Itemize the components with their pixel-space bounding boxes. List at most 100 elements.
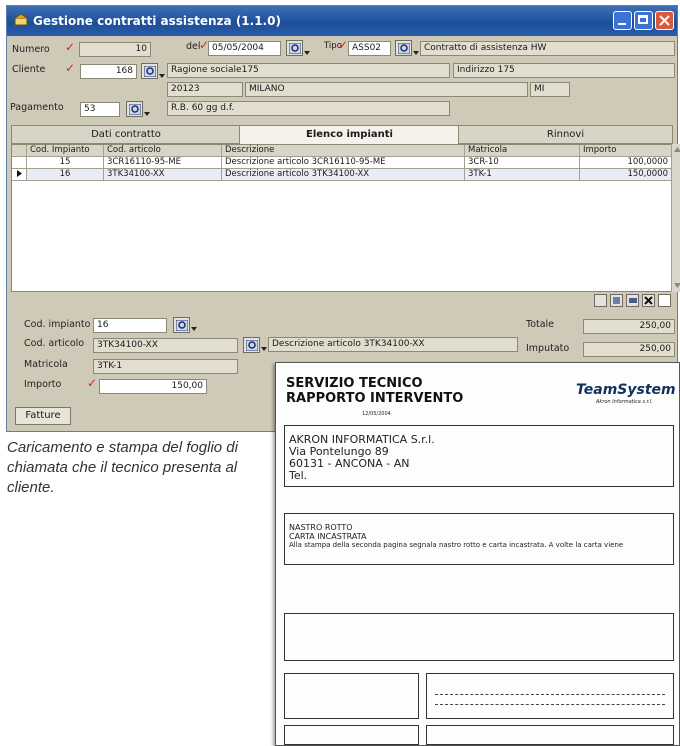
new-record-icon[interactable] [658, 294, 671, 307]
edit-shape [629, 298, 637, 303]
table-cell[interactable]: 3TK-1 [465, 169, 580, 181]
table-cell[interactable]: 100,0000 [580, 157, 672, 169]
column-header[interactable]: Cod. Impianto [27, 145, 104, 157]
table-cell[interactable]: Descrizione articolo 3CR16110-95-ME [222, 157, 465, 169]
magnifier-icon [144, 66, 156, 77]
motivo-line: Alla stampa della seconda pagina segnala… [289, 541, 624, 549]
impianti-grid: Cod. Impianto Cod. articolo Descrizione … [11, 144, 673, 292]
teamsystem-logo: TeamSystem [576, 382, 676, 398]
tab-elenco-impianti[interactable]: Elenco impianti [239, 125, 460, 145]
table-cell[interactable]: 3TK34100-XX [104, 169, 222, 181]
required-check-icon: ✓ [338, 38, 349, 52]
motivo-line: CARTA INCASTRATA [289, 532, 367, 541]
report-title-1: SERVIZIO TECNICO [286, 376, 423, 391]
chevron-down-icon[interactable] [191, 327, 197, 331]
pagamento-label: Pagamento [10, 102, 64, 113]
matricola-label: Matricola [24, 359, 68, 370]
importo-field[interactable]: 150,00 [99, 379, 207, 394]
magnifier-icon [398, 43, 410, 54]
chevron-down-icon[interactable] [304, 51, 310, 55]
matricola-field[interactable]: 3TK-1 [93, 359, 238, 374]
close-button[interactable] [655, 11, 674, 30]
required-check-icon: ✓ [65, 40, 76, 54]
table-cell[interactable]: 15 [27, 157, 104, 169]
articolo-description: Descrizione articolo 3TK34100-XX [268, 337, 518, 352]
cliente-label: Cliente [12, 64, 46, 75]
column-header[interactable]: Importo [580, 145, 672, 157]
title-bar[interactable]: Gestione contratti assistenza (1.1.0) [7, 6, 677, 36]
data-chiamata-value: 12/05/2004 [362, 411, 391, 417]
cliente-field[interactable]: 168 [80, 64, 137, 79]
required-check-icon: ✓ [87, 376, 98, 390]
ragione-sociale-field: Ragione sociale175 [167, 63, 450, 78]
caption-text: Caricamento e stampa del foglio di chiam… [7, 439, 238, 496]
pagamento-lookup-button[interactable] [126, 101, 143, 117]
pagamento-field[interactable]: 53 [80, 102, 120, 117]
data-field[interactable]: 05/05/2004 [208, 41, 281, 56]
table-cell[interactable]: 16 [27, 169, 104, 181]
numero-field[interactable]: 10 [79, 42, 151, 57]
cod-impianto-field[interactable]: 16 [93, 318, 167, 333]
tipo-field[interactable]: ASS02 [348, 41, 391, 56]
articolo-lookup-button[interactable] [243, 337, 260, 353]
attivita-box [284, 613, 674, 661]
cliente-box: AKRON INFORMATICA S.r.l. Via Pontelungo … [284, 425, 674, 487]
row-indicator[interactable] [12, 157, 27, 169]
chevron-down-icon[interactable] [261, 347, 267, 351]
motivo-line: NASTRO ROTTO [289, 523, 353, 532]
footer-box [426, 725, 674, 745]
table-cell[interactable]: 3CR-10 [465, 157, 580, 169]
column-header[interactable]: Matricola [465, 145, 580, 157]
cod-articolo-field[interactable]: 3TK34100-XX [93, 338, 238, 353]
table-cell[interactable]: 150,0000 [580, 169, 672, 181]
provincia-field: MI [530, 82, 570, 97]
save-icon[interactable] [610, 294, 623, 307]
tab-rinnovi[interactable]: Rinnovi [458, 125, 673, 144]
tipo-lookup-button[interactable] [395, 40, 412, 56]
motivo-box: NASTRO ROTTO CARTA INCASTRATA Alla stamp… [284, 513, 674, 565]
cliente-lookup-button[interactable] [141, 63, 158, 79]
fatture-button[interactable]: Fatture [15, 407, 71, 425]
chevron-down-icon[interactable] [674, 283, 680, 288]
imputato-label: Imputato [526, 343, 570, 354]
chevron-down-icon[interactable] [413, 51, 419, 55]
x-mark [644, 296, 653, 305]
minimize-icon [618, 23, 626, 25]
pagamento-description: R.B. 60 gg d.f. [167, 101, 450, 116]
totale-label: Totale [526, 319, 555, 330]
cliente-line: Tel. [289, 469, 308, 482]
required-check-icon: ✓ [65, 61, 76, 75]
floppy-shape [613, 297, 620, 304]
tab-dati-contratto[interactable]: Dati contratto [11, 125, 241, 144]
minimize-button[interactable] [613, 11, 632, 30]
print-icon[interactable] [594, 294, 607, 307]
totale-field: 250,00 [583, 319, 675, 334]
window-title: Gestione contratti assistenza (1.1.0) [33, 14, 281, 28]
importo-label: Importo [24, 379, 62, 390]
chevron-up-icon[interactable] [674, 147, 680, 152]
edit-icon[interactable] [626, 294, 639, 307]
cliente-line: 60131 - ANCONA - AN [289, 457, 410, 470]
chevron-down-icon[interactable] [159, 74, 165, 78]
report-preview: SERVIZIO TECNICO RAPPORTO INTERVENTO Tea… [275, 362, 680, 746]
cod-articolo-label: Cod. articolo [24, 338, 85, 349]
calendar-lookup-button[interactable] [286, 40, 303, 56]
dashed-line [435, 694, 665, 695]
logo-subtitle: Akron Informatica s.r.l. [596, 399, 653, 405]
indirizzo-field: Indirizzo 175 [453, 63, 675, 78]
table-cell[interactable]: Descrizione articolo 3TK34100-XX [222, 169, 465, 181]
impianto-lookup-button[interactable] [173, 317, 190, 333]
row-indicator[interactable] [12, 169, 27, 181]
magnifier-icon [289, 43, 301, 54]
maximize-button[interactable] [634, 11, 653, 30]
grid-scrollbar[interactable] [671, 144, 680, 292]
column-header[interactable]: Descrizione [222, 145, 465, 157]
column-header[interactable]: Cod. articolo [104, 145, 222, 157]
imputato-field: 250,00 [583, 342, 675, 357]
magnifier-icon [129, 104, 141, 115]
delete-icon[interactable] [642, 294, 655, 307]
dashed-line [435, 704, 665, 705]
table-cell[interactable]: 3CR16110-95-ME [104, 157, 222, 169]
chevron-down-icon[interactable] [144, 112, 150, 116]
row-indicator-header [12, 145, 27, 157]
